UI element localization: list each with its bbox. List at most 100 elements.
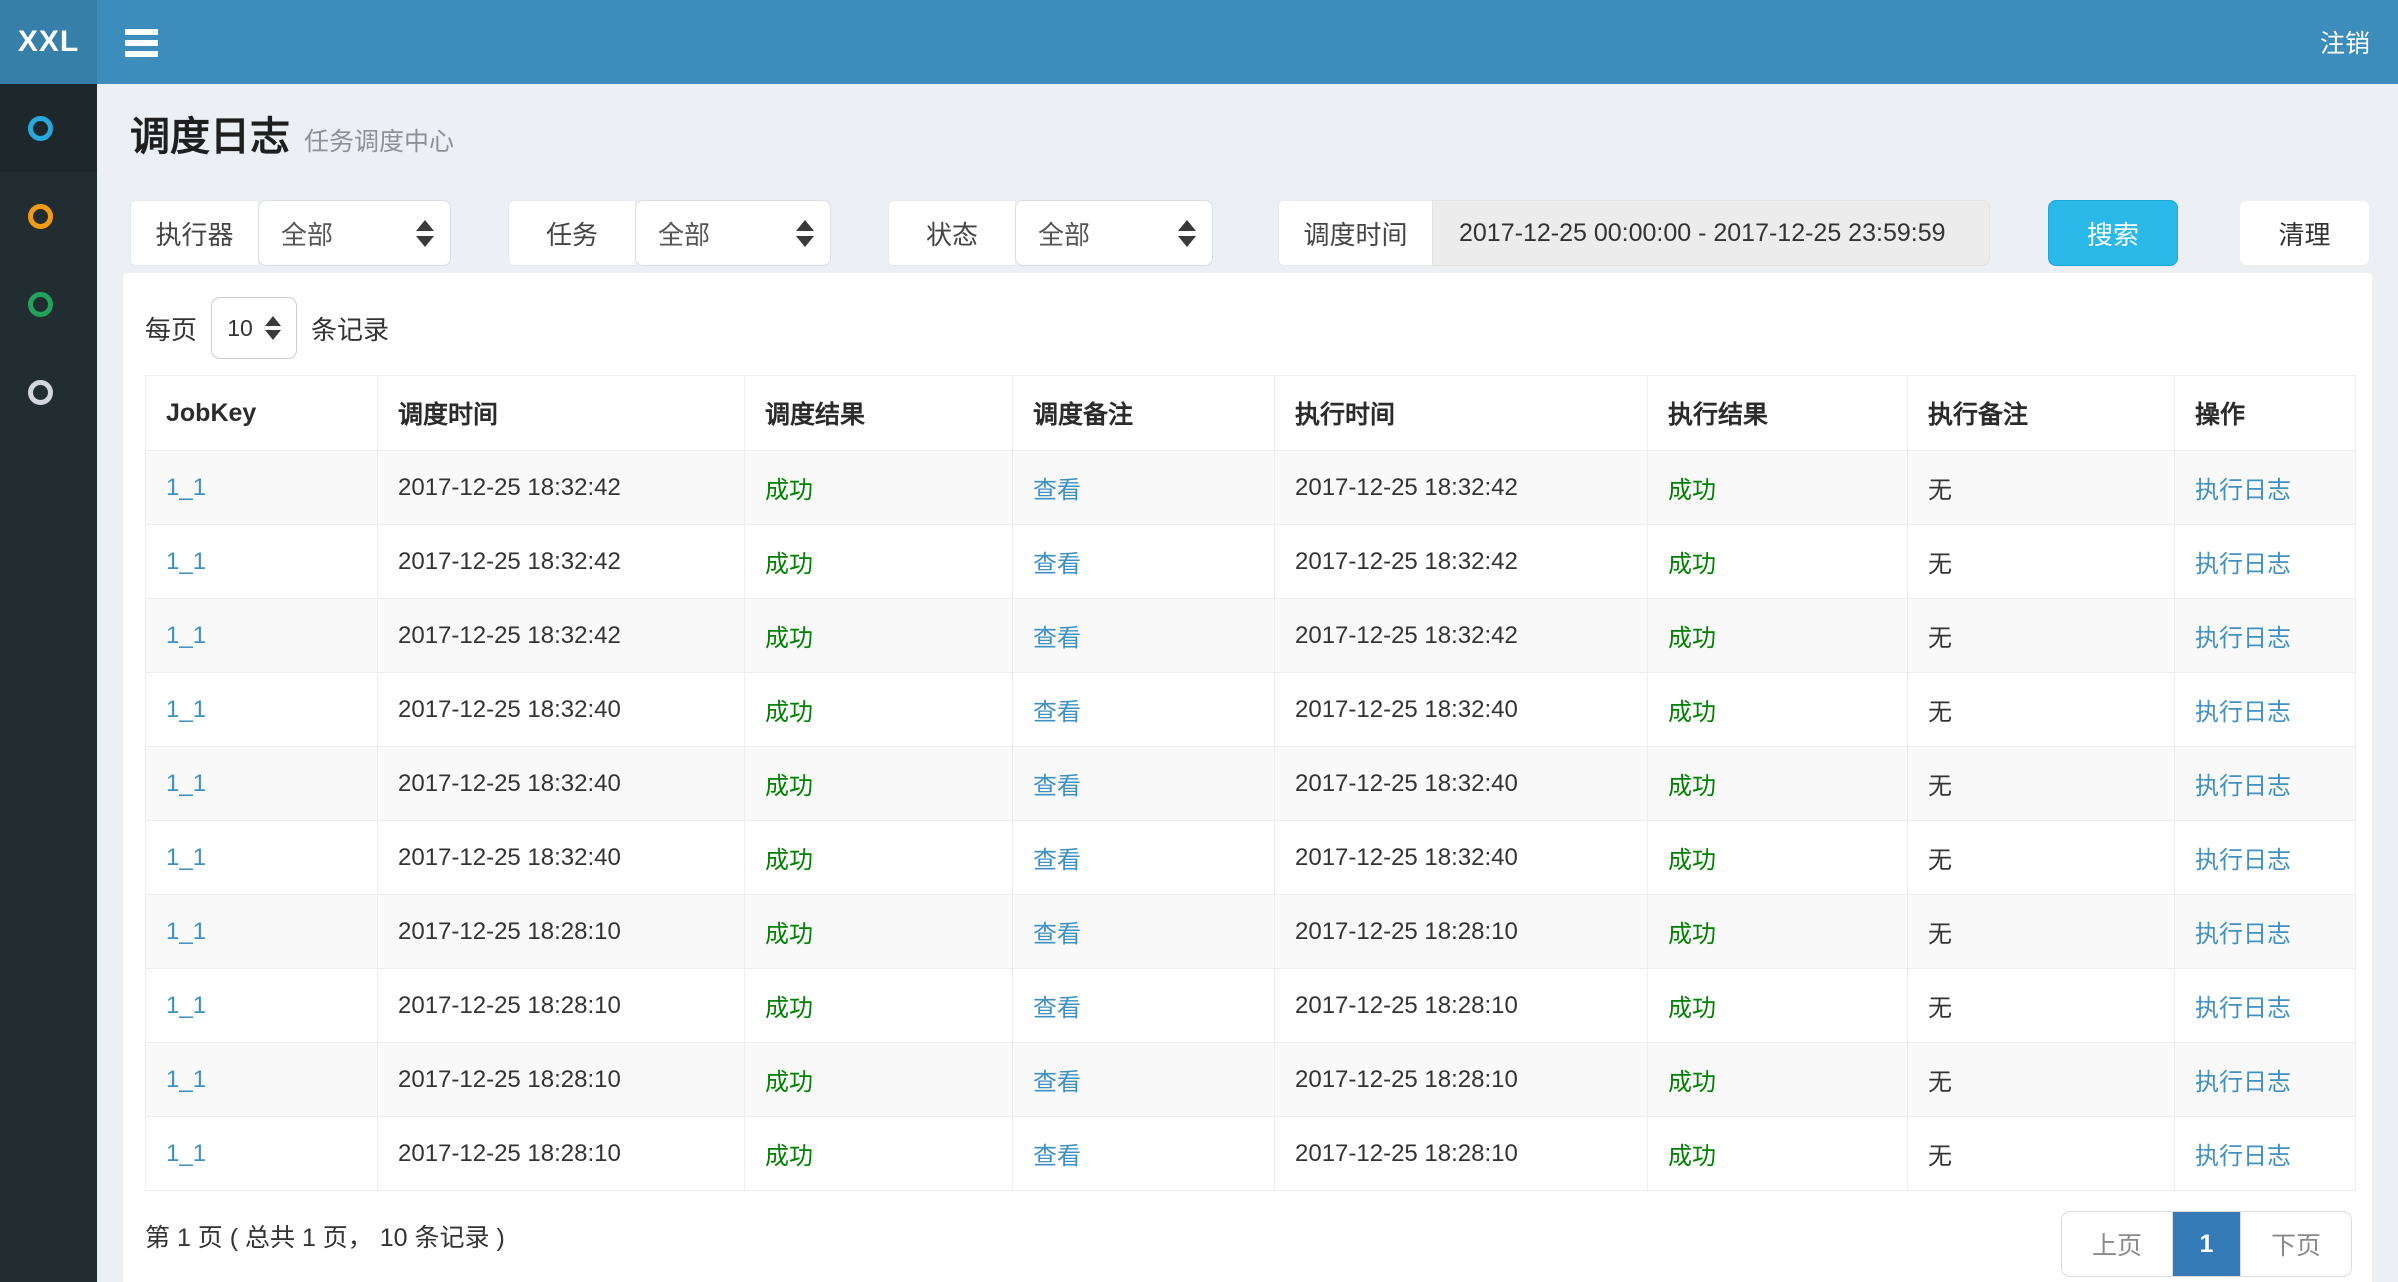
trigger-result: 成功 — [765, 847, 813, 874]
logout-link[interactable]: 注销 — [2320, 0, 2370, 84]
executor-filter-label: 执行器 — [130, 200, 258, 266]
sidebar-toggle-icon[interactable] — [125, 29, 158, 62]
table-row: 1_12017-12-25 18:32:40成功查看2017-12-25 18:… — [146, 673, 2356, 747]
trigger-msg-link[interactable]: 查看 — [1033, 995, 1081, 1022]
executor-filter-group: 执行器 全部 — [130, 200, 451, 266]
exec-log-link[interactable]: 执行日志 — [2195, 477, 2291, 504]
handle-result: 成功 — [1668, 847, 1716, 874]
page-size-select[interactable]: 10 — [211, 297, 297, 359]
sidebar-item-4[interactable] — [0, 348, 97, 436]
jobkey-link[interactable]: 1_1 — [166, 1140, 206, 1167]
table-row: 1_12017-12-25 18:32:42成功查看2017-12-25 18:… — [146, 525, 2356, 599]
handle-result: 成功 — [1668, 1143, 1716, 1170]
exec-log-link[interactable]: 执行日志 — [2195, 1069, 2291, 1096]
handle-msg: 无 — [1928, 1069, 1952, 1096]
job-select[interactable]: 全部 — [635, 200, 831, 266]
sidebar-item-2[interactable] — [0, 172, 97, 260]
next-page-button[interactable]: 下页 — [2240, 1212, 2351, 1276]
handle-msg: 无 — [1928, 699, 1952, 726]
job-select-value: 全部 — [658, 215, 710, 252]
executor-select-value: 全部 — [281, 215, 333, 252]
trigger-msg-link[interactable]: 查看 — [1033, 551, 1081, 578]
trigger-time: 2017-12-25 18:32:42 — [398, 622, 621, 649]
trigger-msg-link[interactable]: 查看 — [1033, 773, 1081, 800]
app-logo[interactable]: XXL — [0, 0, 97, 84]
col-handle-result: 执行结果 — [1648, 376, 1908, 451]
jobkey-link[interactable]: 1_1 — [166, 844, 206, 871]
table-row: 1_1 2017-12-25 18:28:10 成功 查看 2017-12-25 18:… — [146, 1043, 2356, 1117]
exec-log-link[interactable]: 执行日志 — [2195, 699, 2291, 726]
status-select[interactable]: 全部 — [1015, 200, 1213, 266]
handle-result: 成功 — [1668, 625, 1716, 652]
handle-result: 成功 — [1668, 773, 1716, 800]
main-content: 调度日志 任务调度中心 执行器 全部 任务 全部 状态 全部 — [97, 84, 2398, 1282]
exec-log-link[interactable]: 执行日志 — [2195, 1143, 2291, 1170]
search-button[interactable]: 搜索 — [2048, 200, 2178, 266]
select-arrows-icon — [796, 220, 814, 247]
trigger-time-range-input[interactable]: 2017-12-25 00:00:00 - 2017-12-25 23:59:5… — [1432, 200, 1990, 266]
exec-log-link[interactable]: 执行日志 — [2195, 551, 2291, 578]
circle-icon — [28, 116, 53, 141]
trigger-msg-link[interactable]: 查看 — [1033, 921, 1081, 948]
trigger-time: 2017-12-25 18:32:40 — [398, 770, 621, 797]
trigger-result: 成功 — [765, 995, 813, 1022]
trigger-msg-link[interactable]: 查看 — [1033, 699, 1081, 726]
page-subtitle: 任务调度中心 — [304, 122, 454, 158]
handle-time: 2017-12-25 18:32:40 — [1295, 696, 1518, 723]
jobkey-link[interactable]: 1_1 — [166, 1066, 206, 1093]
log-table-body: 1_12017-12-25 18:32:42成功查看2017-12-25 18:… — [146, 451, 2356, 1191]
clear-button[interactable]: 清理 — [2239, 200, 2370, 266]
trigger-msg-link[interactable]: 查看 — [1033, 625, 1081, 652]
exec-log-link[interactable]: 执行日志 — [2195, 847, 2291, 874]
handle-result: 成功 — [1668, 995, 1716, 1022]
sidebar-item-1[interactable] — [0, 84, 97, 172]
log-panel: 每页 10 条记录 JobKey 调度时间 调度结果 调度备注 执行时间 执行结… — [123, 273, 2372, 1282]
jobkey-link[interactable]: 1_1 — [166, 548, 206, 575]
handle-result: 成功 — [1668, 699, 1716, 726]
trigger-result: 成功 — [765, 921, 813, 948]
status-filter-group: 状态 全部 — [888, 200, 1213, 266]
handle-msg: 无 — [1928, 847, 1952, 874]
job-filter-group: 任务 全部 — [508, 200, 831, 266]
handle-time: 2017-12-25 18:32:42 — [1295, 622, 1518, 649]
trigger-result: 成功 — [765, 551, 813, 578]
circle-icon — [28, 204, 53, 229]
trigger-time: 2017-12-25 18:32:42 — [398, 474, 621, 501]
exec-log-link[interactable]: 执行日志 — [2195, 995, 2291, 1022]
exec-log-link[interactable]: 执行日志 — [2195, 773, 2291, 800]
trigger-time: 2017-12-25 18:28:10 — [398, 1066, 621, 1093]
handle-result: 成功 — [1668, 1069, 1716, 1096]
trigger-result: 成功 — [765, 773, 813, 800]
handle-time: 2017-12-25 18:28:10 — [1295, 1066, 1518, 1093]
handle-time: 2017-12-25 18:28:10 — [1295, 918, 1518, 945]
exec-log-link[interactable]: 执行日志 — [2195, 921, 2291, 948]
trigger-msg-link[interactable]: 查看 — [1033, 847, 1081, 874]
trigger-result: 成功 — [765, 625, 813, 652]
circle-icon — [28, 292, 53, 317]
jobkey-link[interactable]: 1_1 — [166, 918, 206, 945]
handle-msg: 无 — [1928, 921, 1952, 948]
trigger-time: 2017-12-25 18:32:40 — [398, 844, 621, 871]
col-handle-msg: 执行备注 — [1908, 376, 2175, 451]
jobkey-link[interactable]: 1_1 — [166, 770, 206, 797]
trigger-time: 2017-12-25 18:28:10 — [398, 918, 621, 945]
handle-time: 2017-12-25 18:32:40 — [1295, 770, 1518, 797]
handle-msg: 无 — [1928, 773, 1952, 800]
trigger-msg-link[interactable]: 查看 — [1033, 1069, 1081, 1096]
executor-select[interactable]: 全部 — [258, 200, 451, 266]
handle-msg: 无 — [1928, 625, 1952, 652]
pagination-info: 第 1 页 ( 总共 1 页， 10 条记录 ) — [145, 1218, 505, 1254]
jobkey-link[interactable]: 1_1 — [166, 622, 206, 649]
trigger-time-filter-group: 调度时间 2017-12-25 00:00:00 - 2017-12-25 23… — [1278, 200, 1990, 266]
trigger-msg-link[interactable]: 查看 — [1033, 1143, 1081, 1170]
page-size-suffix: 条记录 — [311, 310, 389, 347]
current-page-button[interactable]: 1 — [2173, 1212, 2240, 1276]
page-header: 调度日志 任务调度中心 — [130, 104, 454, 162]
exec-log-link[interactable]: 执行日志 — [2195, 625, 2291, 652]
trigger-msg-link[interactable]: 查看 — [1033, 477, 1081, 504]
sidebar-item-3[interactable] — [0, 260, 97, 348]
jobkey-link[interactable]: 1_1 — [166, 696, 206, 723]
jobkey-link[interactable]: 1_1 — [166, 992, 206, 1019]
prev-page-button[interactable]: 上页 — [2062, 1212, 2173, 1276]
jobkey-link[interactable]: 1_1 — [166, 474, 206, 501]
